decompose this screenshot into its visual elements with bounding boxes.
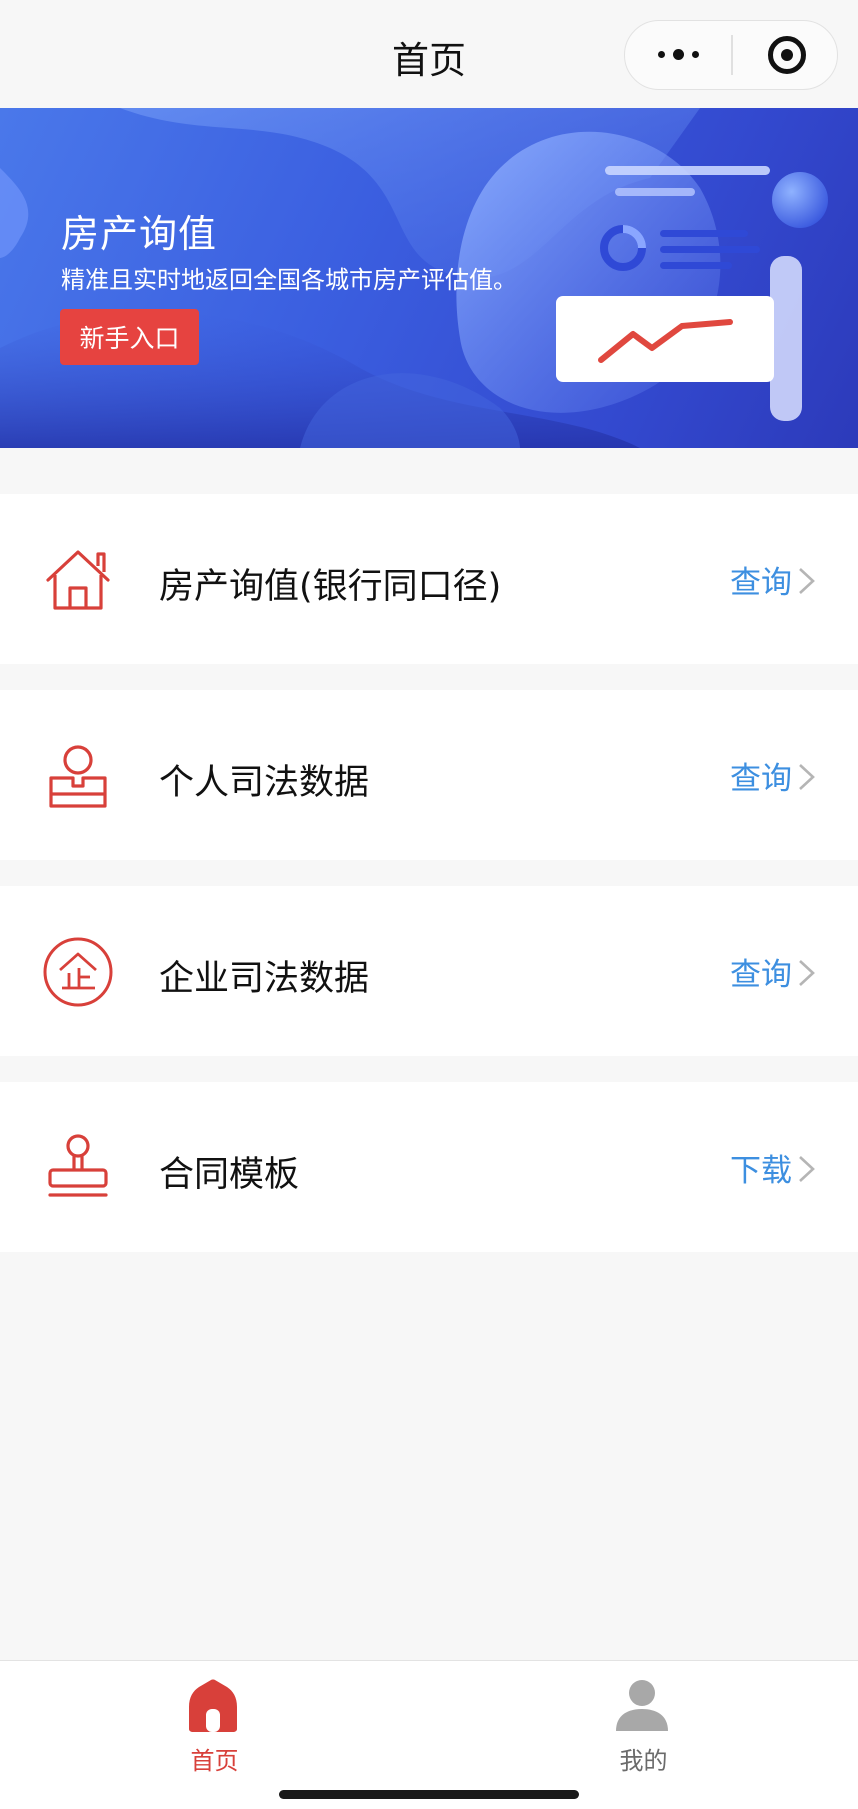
service-row-personal-judicial[interactable]: 个人司法数据 查询 [0, 690, 858, 860]
person-icon [49, 745, 107, 808]
download-link[interactable]: 下载 [730, 1145, 792, 1190]
nav-bar: 首页 [0, 0, 858, 108]
chevron-right-icon [799, 960, 815, 986]
chevron-right-icon [799, 568, 815, 594]
more-dots-icon[interactable] [625, 21, 731, 88]
banner-subtitle: 精准且实时地返回全国各城市房产评估值。 [61, 266, 517, 294]
stamp-icon [48, 1134, 108, 1197]
tab-mine[interactable]: 我的 [429, 1661, 858, 1781]
bottom-tab-bar: 首页 我的 [0, 1660, 858, 1809]
chevron-right-icon [799, 764, 815, 790]
home-indicator[interactable] [279, 1790, 579, 1799]
service-row-contract-template[interactable]: 合同模板 下载 [0, 1082, 858, 1252]
service-row-enterprise-judicial[interactable]: 企业司法数据 查询 [0, 886, 858, 1056]
house-icon [46, 550, 110, 610]
tab-home[interactable]: 首页 [0, 1661, 429, 1781]
tab-label: 首页 [190, 1747, 239, 1775]
query-link[interactable]: 查询 [730, 753, 792, 798]
app-page: 首页 房产询值 精准且实时地返回全国各城市房产评估值。 新手入口 房产询值(银行… [0, 0, 858, 1809]
service-label: 个人司法数据 [159, 763, 370, 803]
chevron-right-icon [799, 1156, 815, 1182]
service-row-house-valuation[interactable]: 房产询值(银行同口径) 查询 [0, 494, 858, 664]
query-link[interactable]: 查询 [730, 557, 792, 602]
user-icon [616, 1680, 668, 1731]
mini-program-capsule [624, 20, 838, 90]
enterprise-icon [43, 937, 113, 1007]
service-label: 企业司法数据 [159, 959, 370, 999]
service-label: 合同模板 [159, 1155, 300, 1195]
promo-banner[interactable]: 房产询值 精准且实时地返回全国各城市房产评估值。 新手入口 [0, 108, 858, 448]
beginner-entry-button[interactable]: 新手入口 [60, 309, 199, 365]
target-circle-icon[interactable] [768, 36, 806, 74]
service-label: 房产询值(银行同口径) [159, 567, 502, 607]
home-icon [189, 1679, 237, 1732]
tab-label: 我的 [619, 1747, 668, 1775]
capsule-divider [731, 35, 733, 75]
query-link[interactable]: 查询 [730, 949, 792, 994]
banner-title: 房产询值 [61, 212, 218, 256]
